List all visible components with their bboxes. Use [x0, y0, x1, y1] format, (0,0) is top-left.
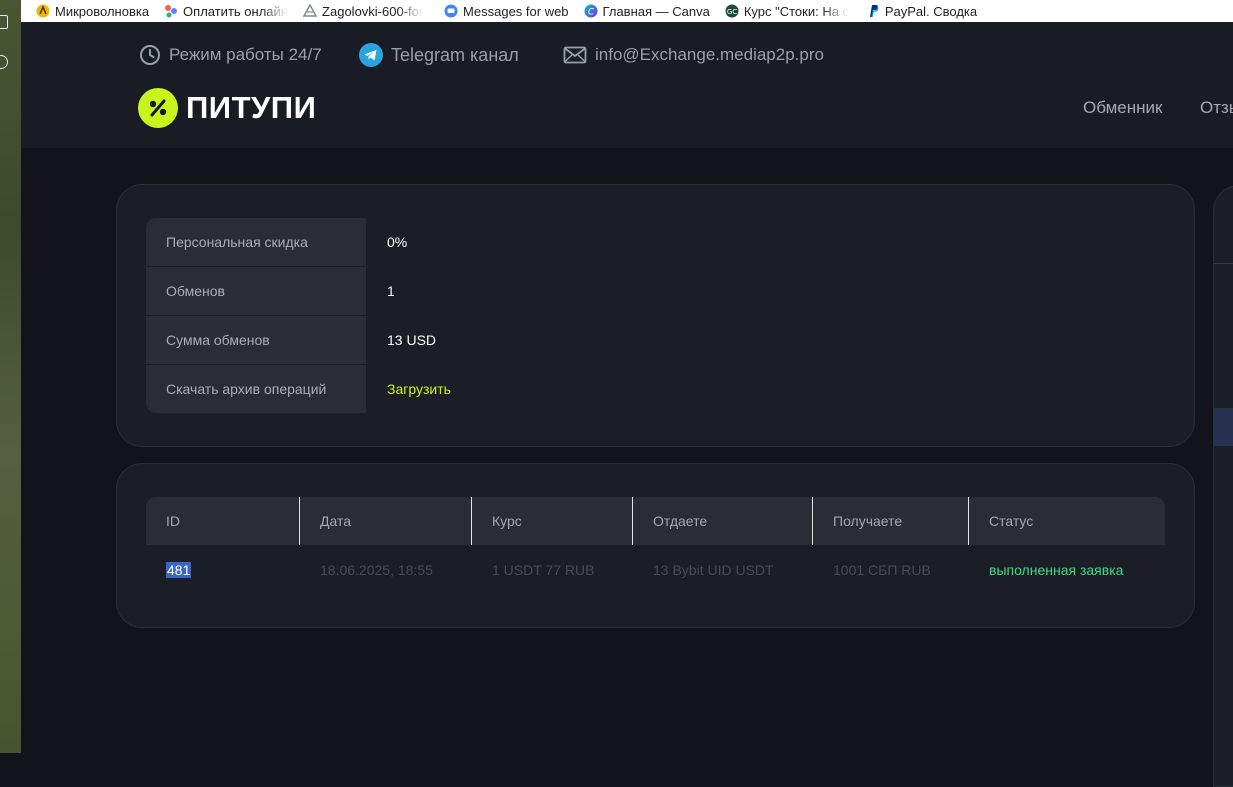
cell-date: 18.06.2025, 18:55	[320, 562, 433, 578]
bookmark-pay-online[interactable]: Оплатить онлайн	[164, 0, 288, 22]
telegram-text: Telegram канал	[391, 44, 519, 65]
course-icon: GC	[725, 4, 739, 18]
messages-icon	[444, 4, 458, 18]
email-link[interactable]: info@Exchange.mediap2p.pro	[563, 42, 824, 68]
work-hours-text: Режим работы 24/7	[169, 45, 322, 64]
bookmark-canva[interactable]: C Главная — Canva	[584, 0, 710, 22]
exchange-page: Режим работы 24/7 Telegram канал info@Ex…	[21, 22, 1233, 787]
cell-get: 1001 СБП RUB	[833, 562, 931, 578]
stats-value: 0%	[387, 234, 408, 250]
stats-value: 1	[387, 283, 395, 299]
col-date: Дата	[300, 497, 472, 545]
stats-row-exchanges: Обменов 1	[146, 267, 1166, 316]
svg-text:C: C	[587, 8, 594, 18]
stats-table: Персональная скидка 0% Обменов 1 Сумма о…	[146, 218, 1166, 413]
nav-reviews[interactable]: Отзы	[1200, 98, 1233, 118]
col-status: Статус	[989, 513, 1034, 529]
stats-label: Скачать архив операций	[146, 365, 366, 413]
stats-label: Сумма обменов	[146, 316, 366, 364]
svg-text:GC: GC	[727, 8, 737, 16]
bookmark-messages[interactable]: Messages for web	[444, 0, 569, 22]
drive-icon	[302, 3, 318, 18]
account-stats-card: Персональная скидка 0% Обменов 1 Сумма о…	[116, 184, 1195, 447]
percent-logo-icon	[138, 88, 178, 128]
cell-give: 13 Bybit UID USDT	[653, 562, 774, 578]
cell-id[interactable]: 481	[146, 545, 300, 595]
telegram-link[interactable]: Telegram канал	[359, 42, 519, 68]
orders-card: ID Дата Курс Отдаете Получаете Статус 48…	[116, 463, 1195, 628]
email-text: info@Exchange.mediap2p.pro	[595, 45, 824, 64]
bookmark-zagolovki[interactable]: Zagolovki-600-for	[302, 0, 429, 22]
side-panel	[1213, 185, 1233, 787]
side-divider	[1214, 263, 1233, 264]
desktop-clock-icon[interactable]	[0, 55, 8, 69]
col-give: Отдаете	[633, 497, 813, 545]
order-id[interactable]: 481	[166, 562, 192, 578]
stats-row-archive: Скачать архив операций Загрузить	[146, 365, 1166, 413]
work-hours: Режим работы 24/7	[139, 42, 322, 68]
cell-rate: 1 USDT 77 RUB	[492, 562, 595, 578]
orders-table: ID Дата Курс Отдаете Получаете Статус 48…	[146, 497, 1165, 595]
mail-icon	[563, 46, 587, 64]
bookmark-course[interactable]: GC Курс "Стоки: На с	[725, 0, 851, 22]
stats-label: Обменов	[146, 267, 366, 315]
stats-row-discount: Персональная скидка 0%	[146, 218, 1166, 267]
microwave-icon	[36, 4, 50, 18]
stats-label: Персональная скидка	[146, 218, 366, 266]
logo-text: ПИТУПИ	[186, 90, 317, 125]
paypal-icon	[866, 4, 880, 18]
col-get: Получаете	[813, 497, 969, 545]
pay-icon	[164, 4, 178, 18]
bookmark-microwave[interactable]: Микроволновка	[36, 0, 149, 22]
nav-exchanger[interactable]: Обменник	[1083, 98, 1162, 118]
table-row[interactable]: 481 18.06.2025, 18:55 1 USDT 77 RUB 13 B…	[146, 545, 1165, 595]
bookmarks-bar: Микроволновка Оплатить онлайн Zagolovki-…	[0, 0, 1233, 23]
telegram-icon	[359, 43, 383, 67]
canva-icon: C	[584, 4, 598, 18]
cell-status: выполненная заявка	[989, 562, 1124, 578]
desktop-edge	[0, 0, 21, 753]
stats-value: 13 USD	[387, 332, 437, 348]
col-rate: Курс	[472, 497, 633, 545]
bookmark-paypal[interactable]: PayPal. Сводка	[866, 0, 977, 22]
col-id: ID	[146, 497, 300, 545]
site-logo[interactable]: ПИТУПИ	[138, 88, 316, 128]
side-active-item[interactable]	[1214, 408, 1233, 446]
stats-row-sum: Сумма обменов 13 USD	[146, 316, 1166, 365]
download-archive-link[interactable]: Загрузить	[366, 365, 451, 413]
clock-icon	[140, 45, 160, 65]
desktop-file-icon[interactable]	[0, 15, 8, 29]
site-header: Режим работы 24/7 Telegram канал info@Ex…	[21, 22, 1233, 148]
table-header: ID Дата Курс Отдаете Получаете Статус	[146, 497, 1165, 545]
